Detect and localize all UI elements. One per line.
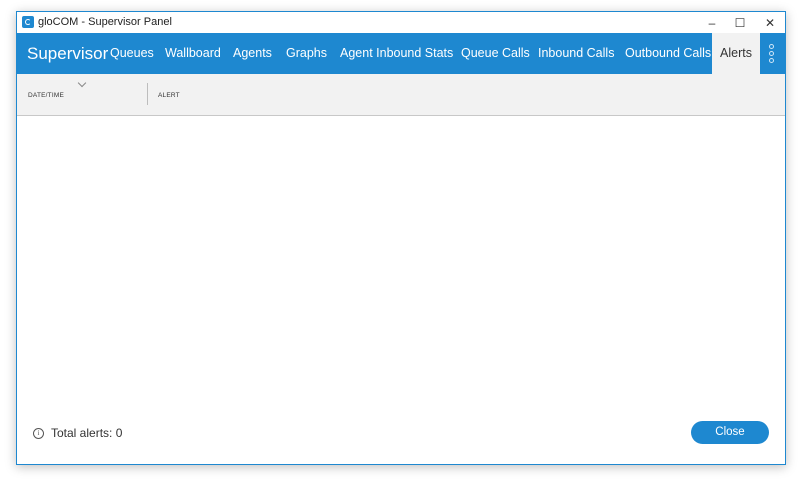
tab-queue-calls[interactable]: Queue Calls — [461, 33, 530, 74]
brand-label: Supervisor — [27, 44, 109, 63]
alerts-table-header: DATE/TIME ALERT — [17, 74, 785, 116]
alerts-table-body — [17, 116, 785, 406]
tab-outbound-calls[interactable]: Outbound Calls — [625, 33, 711, 74]
info-icon: i — [33, 427, 44, 439]
total-alerts-label: Total alerts: 0 — [51, 426, 123, 440]
minimize-button[interactable]: – — [697, 12, 727, 33]
tab-alerts[interactable]: Alerts — [712, 33, 760, 74]
glocom-app-icon — [22, 16, 34, 28]
column-header-datetime[interactable]: DATE/TIME — [28, 92, 64, 99]
more-options-icon[interactable] — [758, 33, 785, 74]
alerts-summary: i Total alerts: 0 — [33, 426, 122, 440]
supervisor-panel-window: gloCOM - Supervisor Panel – ☐ ✕ Supervis… — [16, 11, 786, 465]
close-button[interactable]: Close — [691, 421, 769, 444]
tab-agent-inbound-stats[interactable]: Agent Inbound Stats — [340, 33, 453, 74]
close-window-button[interactable]: ✕ — [755, 12, 785, 33]
tab-inbound-calls[interactable]: Inbound Calls — [538, 33, 614, 74]
tab-graphs[interactable]: Graphs — [286, 33, 327, 74]
tab-wallboard[interactable]: Wallboard — [165, 33, 221, 74]
column-divider[interactable] — [147, 83, 148, 105]
main-nav-bar: Supervisor Queues Wallboard Agents Graph… — [17, 33, 785, 74]
column-header-alert[interactable]: ALERT — [158, 92, 180, 99]
tab-queues[interactable]: Queues — [110, 33, 154, 74]
maximize-button[interactable]: ☐ — [725, 12, 755, 33]
window-title: gloCOM - Supervisor Panel — [38, 16, 172, 28]
tab-agents[interactable]: Agents — [233, 33, 272, 74]
title-bar: gloCOM - Supervisor Panel – ☐ ✕ — [17, 12, 785, 33]
chevron-down-icon[interactable] — [77, 78, 87, 88]
